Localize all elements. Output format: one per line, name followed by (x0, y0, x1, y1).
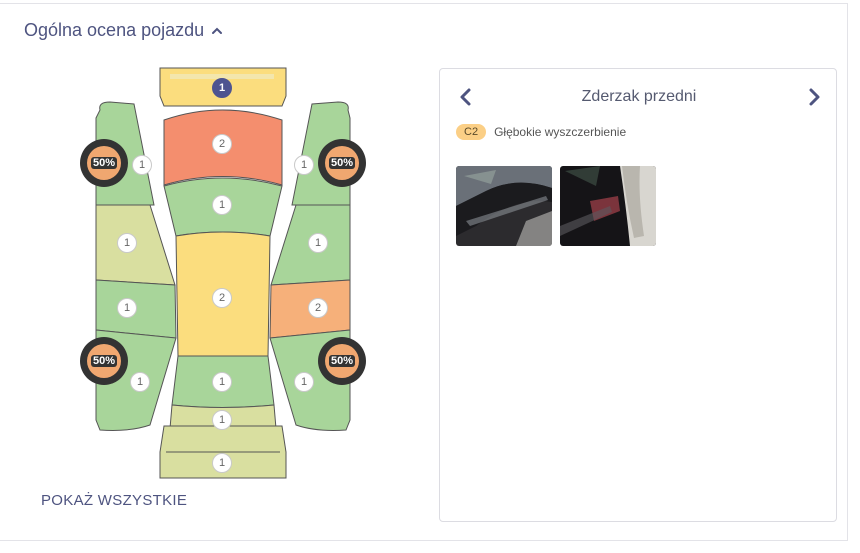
badge-right-rear-fender[interactable]: 1 (294, 372, 314, 392)
show-all-link[interactable]: POKAŻ WSZYSTKIE (41, 492, 187, 509)
tire-icon: 50% (87, 344, 121, 378)
badge-left-front-fender[interactable]: 1 (132, 155, 152, 175)
chevron-right-icon[interactable] (806, 87, 822, 107)
badge-right-front-door[interactable]: 1 (308, 233, 328, 253)
wheel-rear-right-wear: 50% (328, 355, 356, 367)
wheel-rear-right[interactable]: 50% (318, 337, 366, 385)
badge-windshield[interactable]: 1 (212, 195, 232, 215)
wheel-front-left-wear: 50% (90, 157, 118, 169)
badge-front-bumper[interactable]: 1 (212, 78, 232, 98)
badge-rear-bumper[interactable]: 1 (212, 453, 232, 473)
tire-icon: 50% (87, 146, 121, 180)
damage-part-title: Zderzak przedni (581, 88, 697, 105)
vehicle-damage-diagram: 1 2 1 2 1 1 1 1 1 1 1 1 1 2 1 50% 50% 50… (0, 0, 430, 548)
badge-trunk[interactable]: 1 (212, 410, 232, 430)
wheel-front-left[interactable]: 50% (80, 139, 128, 187)
damage-photo-thumbnail[interactable] (456, 166, 552, 246)
tire-icon: 50% (325, 146, 359, 180)
badge-right-rear-door[interactable]: 2 (308, 298, 328, 318)
wheel-front-right-wear: 50% (328, 157, 356, 169)
badge-hood[interactable]: 2 (212, 134, 232, 154)
wheel-rear-left-wear: 50% (90, 355, 118, 367)
wheel-front-right[interactable]: 50% (318, 139, 366, 187)
damage-row: C2 Głębokie wyszczerbienie (456, 124, 626, 140)
damage-photo-thumbnail[interactable] (560, 166, 656, 246)
badge-left-rear-door[interactable]: 1 (117, 298, 137, 318)
damage-description: Głębokie wyszczerbienie (494, 125, 627, 139)
badge-roof[interactable]: 2 (212, 288, 232, 308)
tire-icon: 50% (325, 344, 359, 378)
section-border-right (847, 3, 848, 540)
damage-detail-panel: Zderzak przedni C2 Głębokie wyszczerbien… (439, 68, 837, 522)
badge-left-front-door[interactable]: 1 (117, 233, 137, 253)
damage-code-badge: C2 (456, 124, 487, 140)
badge-right-front-fender[interactable]: 1 (294, 155, 314, 175)
badge-rear-window[interactable]: 1 (212, 372, 232, 392)
badge-left-rear-fender[interactable]: 1 (130, 372, 150, 392)
wheel-rear-left[interactable]: 50% (80, 337, 128, 385)
